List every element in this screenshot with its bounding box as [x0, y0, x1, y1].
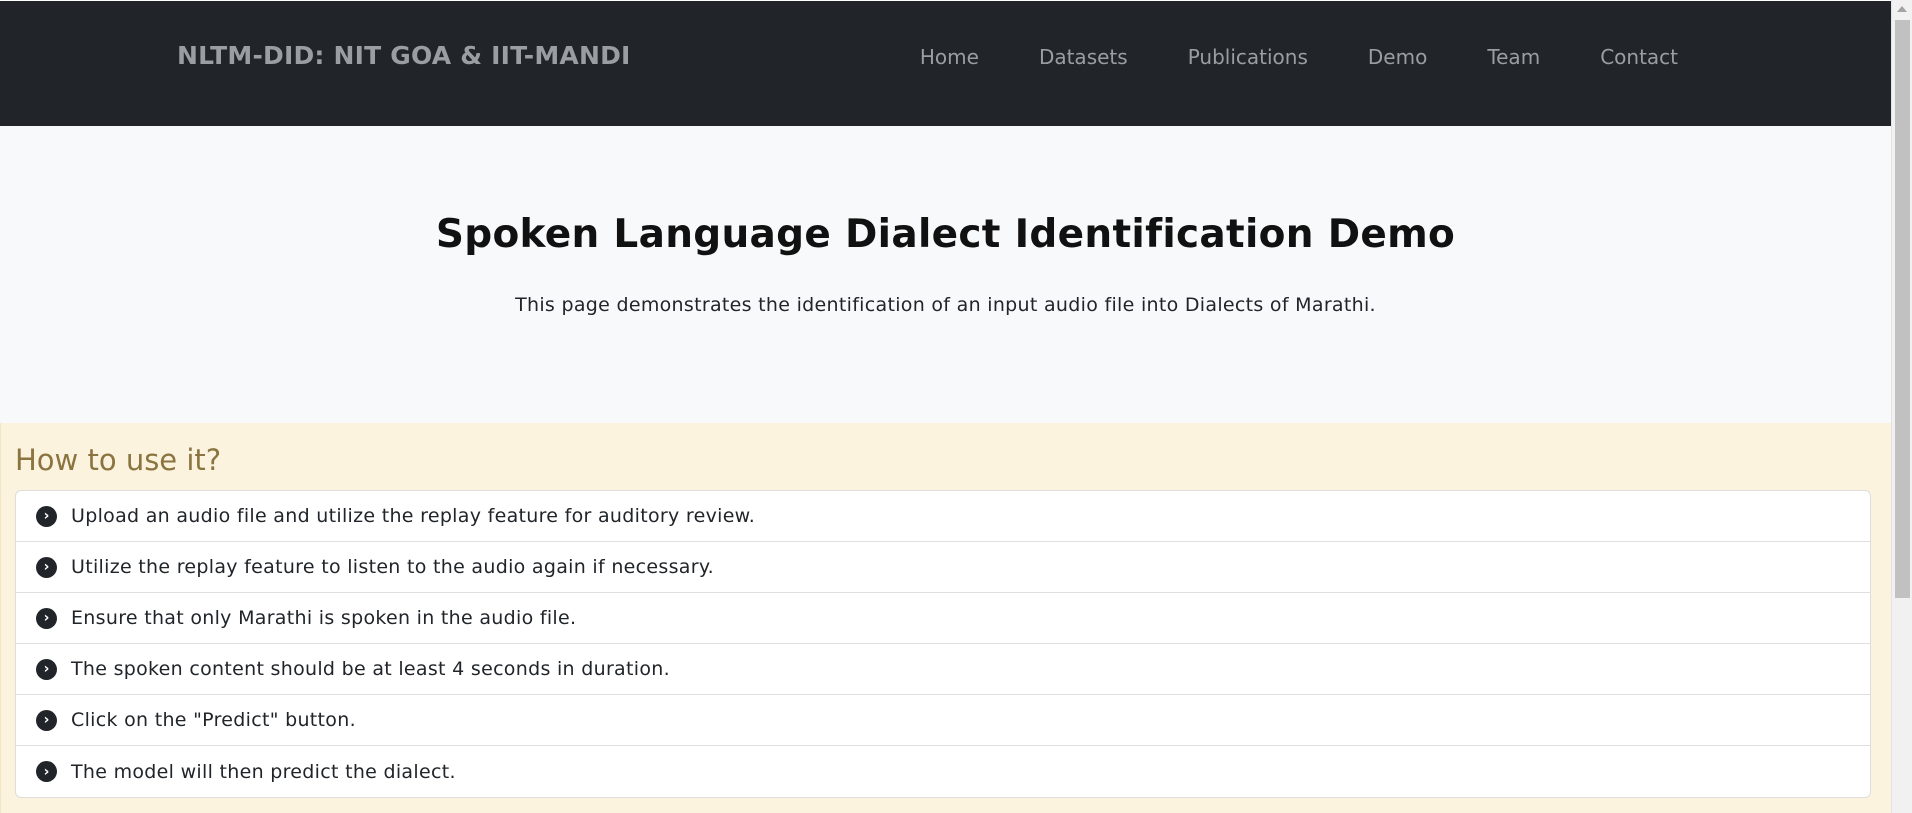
step-text: Ensure that only Marathi is spoken in th… — [71, 607, 577, 629]
chevron-circle-right-icon: › — [36, 658, 57, 680]
list-item: › The model will then predict the dialec… — [16, 746, 1870, 797]
page: NLTM-DID: NIT GOA & IIT-MANDI Home Datas… — [0, 0, 1891, 813]
brand-logo-text[interactable]: NLTM-DID: NIT GOA & IIT-MANDI — [177, 41, 631, 70]
list-item: › The spoken content should be at least … — [16, 644, 1870, 695]
scroll-up-arrow-icon[interactable] — [1897, 6, 1907, 12]
chevron-circle-right-icon: › — [36, 505, 57, 527]
nav-links: Home Datasets Publications Demo Team Con… — [860, 45, 1678, 69]
step-text: The spoken content should be at least 4 … — [71, 658, 670, 680]
step-text: Utilize the replay feature to listen to … — [71, 556, 715, 578]
nav-link-team[interactable]: Team — [1487, 45, 1540, 69]
vertical-scrollbar[interactable] — [1891, 0, 1912, 813]
nav-link-demo[interactable]: Demo — [1368, 45, 1427, 69]
step-text: The model will then predict the dialect. — [71, 760, 456, 783]
step-text: Click on the "Predict" button. — [71, 709, 356, 731]
list-item: › Click on the "Predict" button. — [16, 695, 1870, 746]
nav-link-publications[interactable]: Publications — [1188, 45, 1308, 69]
page-subtitle: This page demonstrates the identificatio… — [515, 294, 1376, 316]
how-to-heading: How to use it? — [15, 443, 222, 477]
chevron-circle-right-icon: › — [36, 607, 57, 629]
how-to-use-section: How to use it? › Upload an audio file an… — [0, 423, 1891, 813]
nav-link-home[interactable]: Home — [920, 45, 979, 69]
hero-section: Spoken Language Dialect Identification D… — [0, 126, 1891, 423]
list-item: › Upload an audio file and utilize the r… — [16, 491, 1870, 542]
navbar: NLTM-DID: NIT GOA & IIT-MANDI Home Datas… — [0, 1, 1891, 126]
chevron-circle-right-icon: › — [36, 556, 57, 578]
chevron-circle-right-icon: › — [36, 709, 57, 731]
list-item: › Utilize the replay feature to listen t… — [16, 542, 1870, 593]
list-item: › Ensure that only Marathi is spoken in … — [16, 593, 1870, 644]
steps-list: › Upload an audio file and utilize the r… — [15, 490, 1871, 798]
step-text: Upload an audio file and utilize the rep… — [71, 505, 756, 527]
nav-link-datasets[interactable]: Datasets — [1039, 45, 1128, 69]
nav-link-contact[interactable]: Contact — [1600, 45, 1678, 69]
page-title: Spoken Language Dialect Identification D… — [435, 212, 1456, 257]
scrollbar-thumb[interactable] — [1895, 20, 1910, 598]
chevron-circle-right-icon: › — [36, 761, 57, 782]
